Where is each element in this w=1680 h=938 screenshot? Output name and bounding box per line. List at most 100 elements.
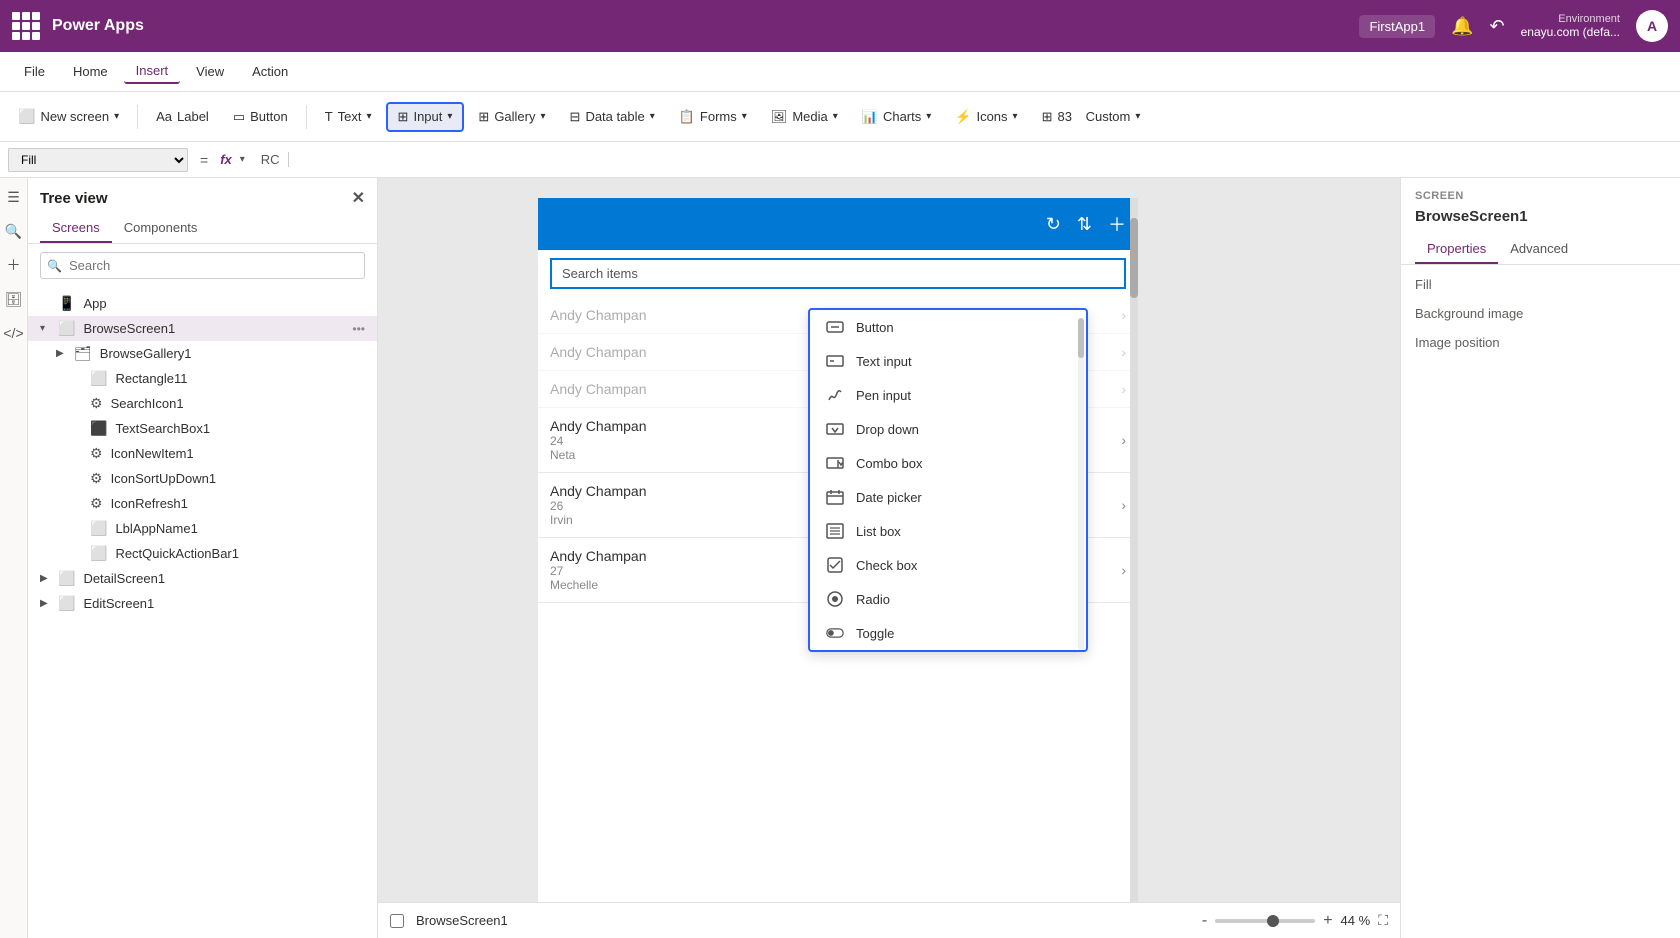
dropdown-item-button[interactable]: Button: [810, 310, 1086, 344]
dropdown-item-drop-down[interactable]: Drop down: [810, 412, 1086, 446]
menu-home[interactable]: Home: [61, 60, 120, 83]
right-panel-props: Fill Background image Image position: [1401, 265, 1680, 362]
nav-add-icon[interactable]: ＋: [3, 254, 25, 276]
sort-icon[interactable]: ⇅: [1077, 214, 1092, 235]
input-button[interactable]: ⊞ Input ▾: [386, 102, 465, 132]
tree-item-browse-screen[interactable]: ▾ ⬜ BrowseScreen1 •••: [28, 316, 377, 341]
nav-code-icon[interactable]: </>: [3, 322, 25, 344]
zoom-expand-button[interactable]: ⛶: [1378, 912, 1388, 929]
tree-item-iconnewitem1[interactable]: ⚙ IconNewItem1: [28, 441, 377, 466]
zoom-slider[interactable]: [1215, 919, 1315, 923]
bottom-right: - + 44 % ⛶: [1202, 912, 1388, 930]
add-icon[interactable]: ＋: [1108, 211, 1126, 237]
dropdown-item-toggle[interactable]: Toggle: [810, 616, 1086, 650]
title-bar-right: FirstApp1 🔔 ↶ Environment enayu.com (def…: [1359, 10, 1668, 42]
refresh-icon[interactable]: ↻: [1046, 214, 1061, 235]
tree-item-iconsortupdown1[interactable]: ⚙ IconSortUpDown1: [28, 466, 377, 491]
menu-action[interactable]: Action: [240, 60, 300, 83]
gallery-button[interactable]: ⊞ Gallery ▾: [468, 104, 555, 130]
tree-item-detail-screen[interactable]: ▶ ⬜ DetailScreen1: [28, 566, 377, 591]
dropdown-item-text-input[interactable]: Text input: [810, 344, 1086, 378]
forms-button[interactable]: 📋 Forms ▾: [669, 104, 757, 130]
canvas-search-bar[interactable]: Search items: [550, 258, 1126, 289]
tree-item-textsearchbox1[interactable]: ⬛ TextSearchBox1: [28, 416, 377, 441]
nav-search-icon[interactable]: 🔍: [3, 220, 25, 242]
undo-icon[interactable]: ↶: [1490, 16, 1505, 37]
tree-item-edit-screen[interactable]: ▶ ⬜ EditScreen1: [28, 591, 377, 616]
browse-screen-checkbox[interactable]: [390, 914, 404, 928]
menu-file[interactable]: File: [12, 60, 57, 83]
custom-button[interactable]: ⊞ 83 Custom ▾: [1032, 104, 1151, 130]
dropdown-item-pen-input[interactable]: Pen input: [810, 378, 1086, 412]
right-panel-screen-label: SCREEN: [1401, 178, 1680, 206]
text-icon: T: [325, 109, 333, 124]
nav-hamburger-icon[interactable]: ☰: [3, 186, 25, 208]
detail-screen-icon: ⬜: [58, 570, 75, 587]
tree-view-title: Tree view: [40, 190, 108, 207]
datatable-button[interactable]: ⊟ Data table ▾: [560, 104, 665, 130]
tree-search-input[interactable]: [40, 252, 365, 279]
env-info: Environment enayu.com (defa...: [1521, 13, 1620, 39]
prop-background-image: Background image: [1415, 306, 1666, 321]
charts-button[interactable]: 📊 Charts ▾: [852, 104, 942, 130]
formula-expand-caret[interactable]: ▾: [240, 154, 245, 165]
zoom-slider-thumb[interactable]: [1267, 915, 1279, 927]
app-badge: FirstApp1: [1359, 15, 1435, 38]
left-sidebar: Tree view ✕ Screens Components 🔍 📱 App: [28, 178, 378, 938]
new-screen-icon: ⬜: [18, 108, 35, 125]
tree-item-rectquickactionbar1[interactable]: ⬜ RectQuickActionBar1: [28, 541, 377, 566]
dropdown-scrollbar[interactable]: [1078, 314, 1084, 646]
canvas-scrollbar[interactable]: [1130, 198, 1138, 938]
expand-gallery[interactable]: ▶: [56, 348, 70, 359]
formula-input[interactable]: [297, 152, 1672, 167]
tree-item-browse-gallery[interactable]: ▶ 🗂 BrowseGallery1: [28, 341, 377, 366]
dropdown-item-list-box[interactable]: List box: [810, 514, 1086, 548]
dropdown-item-radio[interactable]: Radio: [810, 582, 1086, 616]
dropdown-item-date-picker[interactable]: Date picker: [810, 480, 1086, 514]
dropdown-item-check-box[interactable]: Check box: [810, 548, 1086, 582]
dropdown-scrollbar-thumb[interactable]: [1078, 318, 1084, 358]
zoom-in-button[interactable]: +: [1323, 912, 1332, 930]
formula-bar: Fill = fx ▾ RC: [0, 142, 1680, 178]
text-button[interactable]: T Text ▾: [315, 104, 382, 129]
dropdown-item-combo-box[interactable]: Combo box: [810, 446, 1086, 480]
dropdown-scrollbar-track: [1078, 318, 1084, 650]
button-button[interactable]: ▭ Button: [223, 104, 298, 130]
gallery-icon-tree: 🗂: [74, 345, 92, 362]
menu-insert[interactable]: Insert: [124, 59, 181, 84]
prop-image-position: Image position: [1415, 335, 1666, 350]
nav-database-icon[interactable]: 🗄: [3, 288, 25, 310]
tree-item-rect11[interactable]: ⬜ Rectangle11: [28, 366, 377, 391]
toolbar-sep-2: [306, 105, 307, 129]
canvas-scrollbar-thumb[interactable]: [1130, 218, 1138, 298]
tab-properties[interactable]: Properties: [1415, 235, 1498, 264]
tree-item-searchicon1[interactable]: ⚙ SearchIcon1: [28, 391, 377, 416]
media-icon: 🖼: [771, 109, 788, 125]
icons-button[interactable]: ⚡ Icons ▾: [945, 104, 1027, 130]
tree-view-close-button[interactable]: ✕: [352, 188, 365, 208]
bell-icon: 🔔: [1451, 16, 1473, 37]
right-panel-screen-name: BrowseScreen1: [1401, 206, 1680, 235]
expand-edit-screen[interactable]: ▶: [40, 598, 54, 609]
list-arrow-3: ›: [1121, 381, 1126, 397]
input-dropdown-menu: Button Text input Pen input: [808, 308, 1088, 652]
browse-screen-dots[interactable]: •••: [352, 322, 365, 336]
tab-components[interactable]: Components: [112, 214, 210, 243]
user-avatar[interactable]: A: [1636, 10, 1668, 42]
media-button[interactable]: 🖼 Media ▾: [761, 104, 848, 130]
new-screen-button[interactable]: ⬜ New screen ▾: [8, 103, 129, 130]
gallery-icon: ⊞: [478, 109, 489, 125]
app-icon: 📱: [58, 295, 75, 312]
expand-detail-screen[interactable]: ▶: [40, 573, 54, 584]
app-grid-icon[interactable]: [12, 12, 40, 40]
label-button[interactable]: Aa Label: [146, 104, 219, 129]
expand-browse-screen[interactable]: ▾: [40, 323, 54, 334]
tree-item-lblappname1[interactable]: ⬜ LblAppName1: [28, 516, 377, 541]
formula-fill-select[interactable]: Fill: [8, 148, 188, 172]
tree-item-app[interactable]: 📱 App: [28, 291, 377, 316]
tab-advanced[interactable]: Advanced: [1498, 235, 1580, 264]
tree-item-iconrefresh1[interactable]: ⚙ IconRefresh1: [28, 491, 377, 516]
menu-view[interactable]: View: [184, 60, 236, 83]
tab-screens[interactable]: Screens: [40, 214, 112, 243]
zoom-out-button[interactable]: -: [1202, 912, 1207, 930]
